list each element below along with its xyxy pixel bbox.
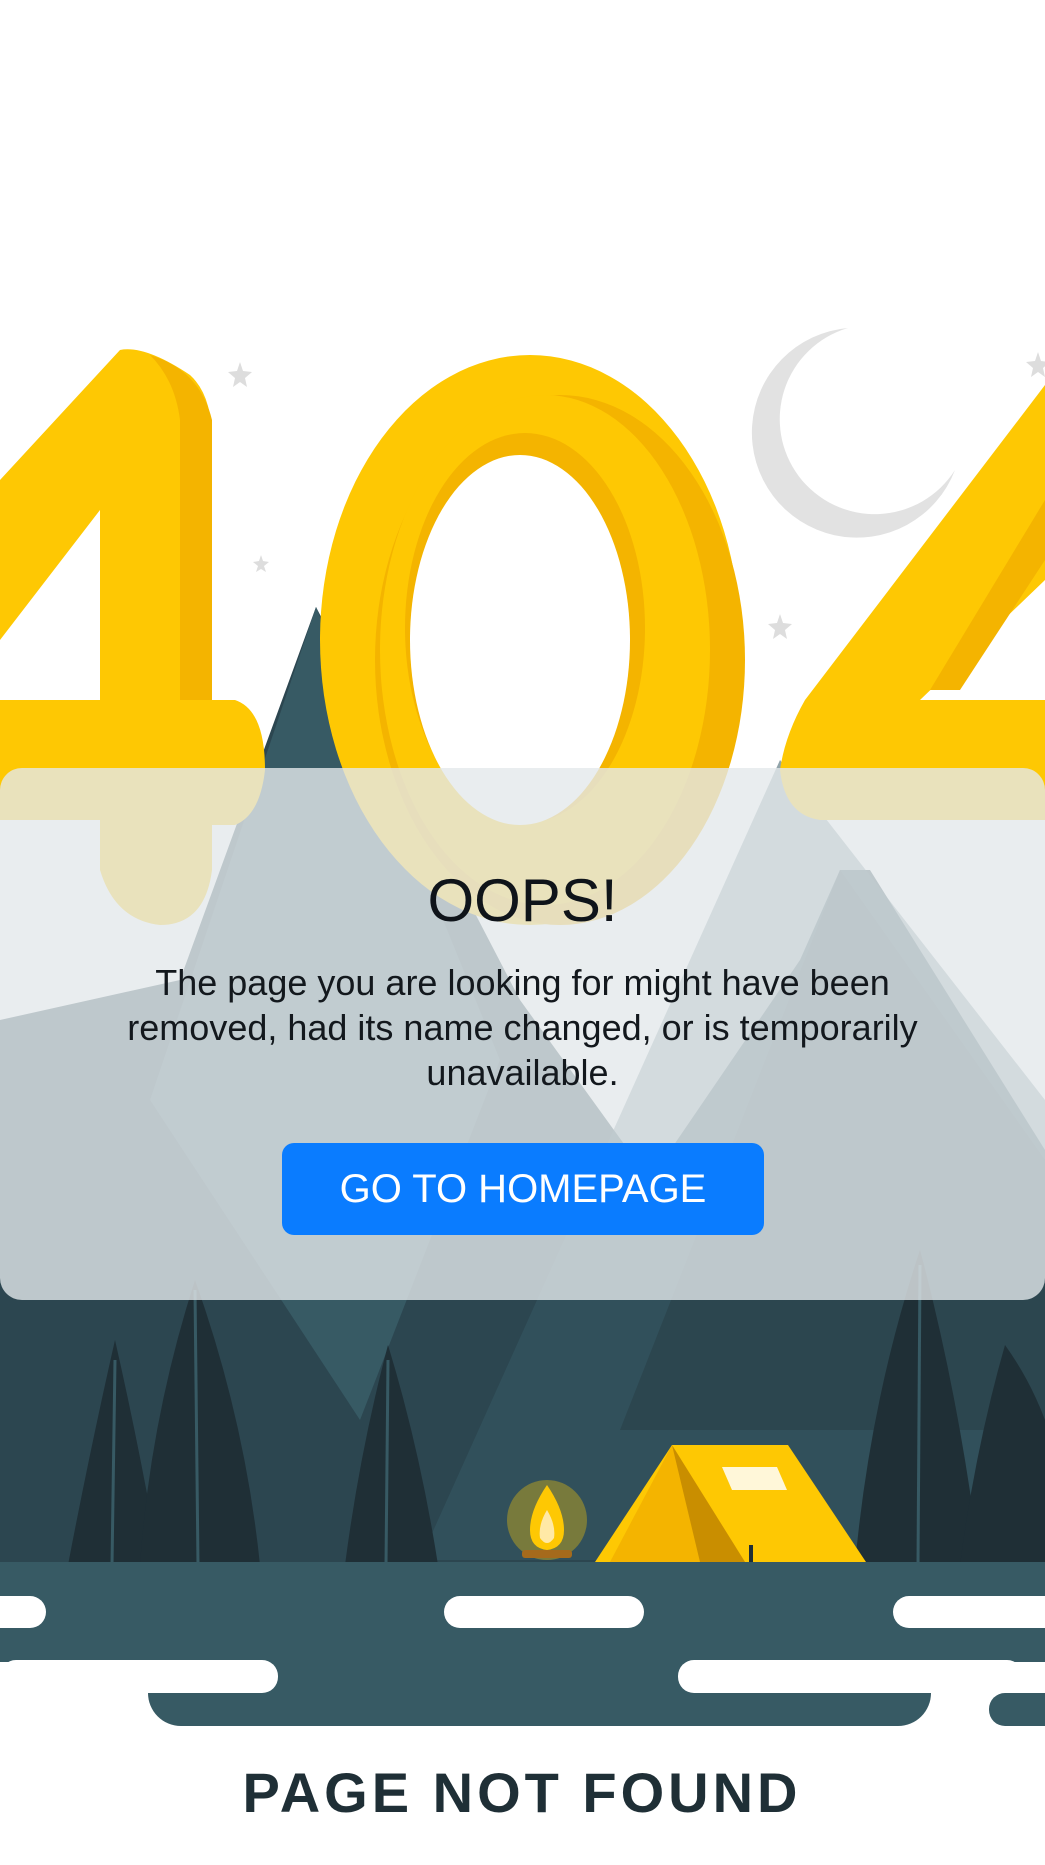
star-icon xyxy=(1026,352,1045,377)
star-icon xyxy=(228,362,252,387)
page-not-found-caption: PAGE NOT FOUND xyxy=(243,1761,802,1824)
star-icon xyxy=(253,555,269,572)
campfire-icon xyxy=(507,1480,587,1560)
error-message: The page you are looking for might have … xyxy=(127,962,918,1093)
star-icon xyxy=(768,614,792,639)
ground xyxy=(0,1562,1045,1726)
go-to-homepage-button[interactable]: GO TO HOMEPAGE xyxy=(282,1143,764,1235)
moon-icon xyxy=(751,328,955,538)
digit-4-right xyxy=(780,385,1045,820)
error-title: OOPS! xyxy=(427,867,618,934)
